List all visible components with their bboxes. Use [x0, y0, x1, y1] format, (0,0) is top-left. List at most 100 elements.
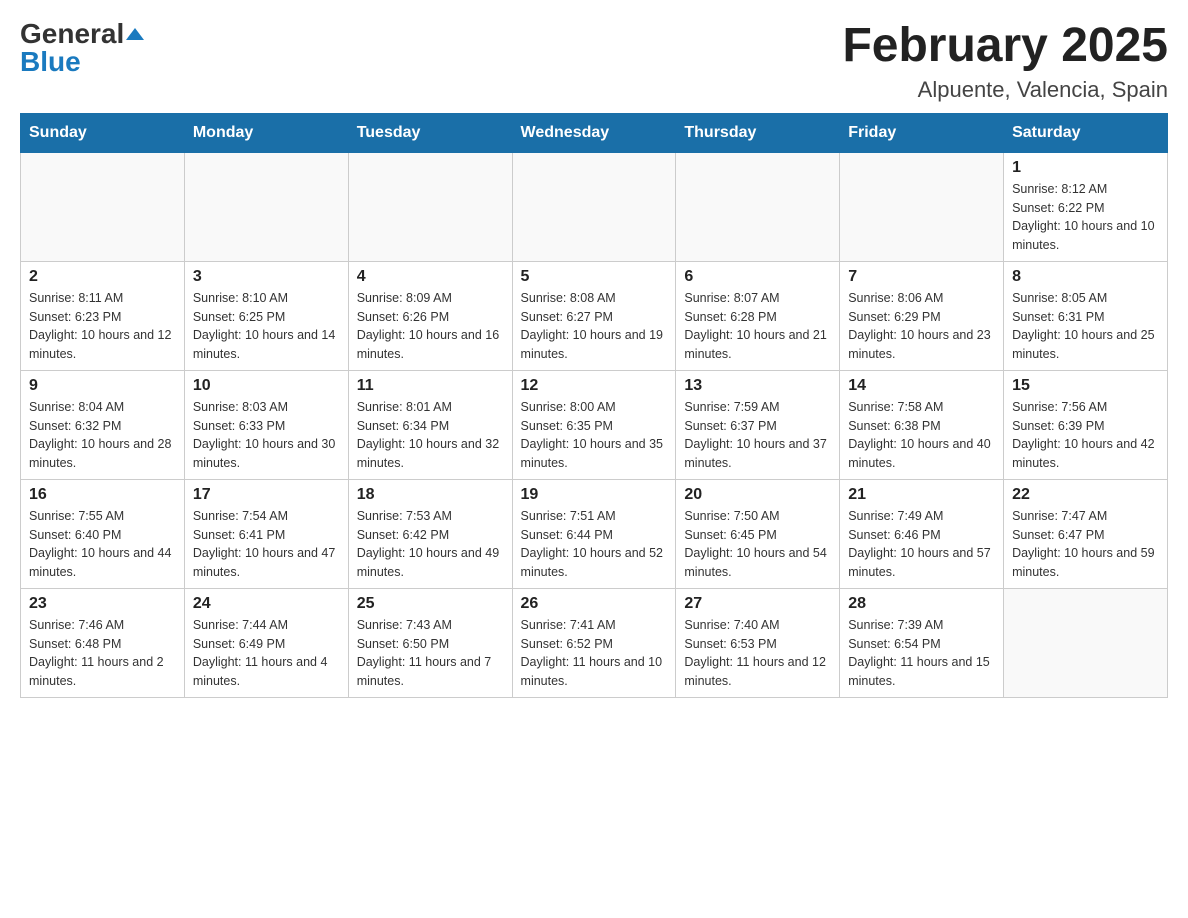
weekday-header-row: Sunday Monday Tuesday Wednesday Thursday…	[21, 113, 1168, 152]
day-info: Sunrise: 7:50 AMSunset: 6:45 PMDaylight:…	[684, 507, 831, 582]
day-number: 7	[848, 268, 995, 286]
header-thursday: Thursday	[676, 113, 840, 152]
logo-blue-text: Blue	[20, 46, 81, 77]
day-number: 18	[357, 486, 504, 504]
calendar-cell: 2 Sunrise: 8:11 AMSunset: 6:23 PMDaylight…	[21, 261, 185, 370]
calendar-cell: 25 Sunrise: 7:43 AMSunset: 6:50 PMDayligh…	[348, 588, 512, 697]
month-year-title: February 2025	[842, 20, 1168, 73]
day-number: 3	[193, 268, 340, 286]
day-info: Sunrise: 7:54 AMSunset: 6:41 PMDaylight:…	[193, 507, 340, 582]
day-number: 28	[848, 595, 995, 613]
day-number: 14	[848, 377, 995, 395]
day-info: Sunrise: 7:40 AMSunset: 6:53 PMDaylight:…	[684, 616, 831, 691]
calendar-cell: 1 Sunrise: 8:12 AMSunset: 6:22 PMDaylight…	[1004, 152, 1168, 261]
day-info: Sunrise: 8:09 AMSunset: 6:26 PMDaylight:…	[357, 289, 504, 364]
day-number: 5	[521, 268, 668, 286]
day-info: Sunrise: 7:43 AMSunset: 6:50 PMDaylight:…	[357, 616, 504, 691]
day-info: Sunrise: 7:53 AMSunset: 6:42 PMDaylight:…	[357, 507, 504, 582]
day-number: 11	[357, 377, 504, 395]
week-row-1: 1 Sunrise: 8:12 AMSunset: 6:22 PMDaylight…	[21, 152, 1168, 261]
calendar-cell: 22Sunrise: 7:47 AMSunset: 6:47 PMDayligh…	[1004, 479, 1168, 588]
calendar-cell	[512, 152, 676, 261]
page-header: General Blue February 2025 Alpuente, Val…	[20, 20, 1168, 103]
header-sunday: Sunday	[21, 113, 185, 152]
day-info: Sunrise: 8:07 AMSunset: 6:28 PMDaylight:…	[684, 289, 831, 364]
calendar-cell	[1004, 588, 1168, 697]
logo: General Blue	[20, 20, 146, 76]
calendar-cell: 24 Sunrise: 7:44 AMSunset: 6:49 PMDayligh…	[184, 588, 348, 697]
week-row-3: 9 Sunrise: 8:04 AMSunset: 6:32 PMDaylight…	[21, 370, 1168, 479]
day-number: 19	[521, 486, 668, 504]
title-section: February 2025 Alpuente, Valencia, Spain	[842, 20, 1168, 103]
header-tuesday: Tuesday	[348, 113, 512, 152]
calendar-cell: 27 Sunrise: 7:40 AMSunset: 6:53 PMDayligh…	[676, 588, 840, 697]
calendar-header: Sunday Monday Tuesday Wednesday Thursday…	[21, 113, 1168, 152]
day-number: 22	[1012, 486, 1159, 504]
calendar-cell: 18 Sunrise: 7:53 AMSunset: 6:42 PMDayligh…	[348, 479, 512, 588]
day-info: Sunrise: 8:03 AMSunset: 6:33 PMDaylight:…	[193, 398, 340, 473]
header-friday: Friday	[840, 113, 1004, 152]
logo-general-text: General	[20, 20, 124, 48]
calendar-cell	[676, 152, 840, 261]
header-wednesday: Wednesday	[512, 113, 676, 152]
calendar-cell: 6 Sunrise: 8:07 AMSunset: 6:28 PMDaylight…	[676, 261, 840, 370]
calendar-cell: 28 Sunrise: 7:39 AMSunset: 6:54 PMDayligh…	[840, 588, 1004, 697]
day-info: Sunrise: 8:01 AMSunset: 6:34 PMDaylight:…	[357, 398, 504, 473]
day-number: 8	[1012, 268, 1159, 286]
day-info: Sunrise: 8:11 AMSunset: 6:23 PMDaylight:…	[29, 289, 176, 364]
calendar-cell: 8 Sunrise: 8:05 AMSunset: 6:31 PMDaylight…	[1004, 261, 1168, 370]
day-number: 1	[1012, 159, 1159, 177]
calendar-cell: 7Sunrise: 8:06 AMSunset: 6:29 PMDaylight…	[840, 261, 1004, 370]
day-info: Sunrise: 7:51 AMSunset: 6:44 PMDaylight:…	[521, 507, 668, 582]
day-info: Sunrise: 8:12 AMSunset: 6:22 PMDaylight:…	[1012, 180, 1159, 255]
calendar-cell: 17 Sunrise: 7:54 AMSunset: 6:41 PMDayligh…	[184, 479, 348, 588]
calendar-cell	[184, 152, 348, 261]
calendar-cell	[840, 152, 1004, 261]
calendar-cell: 15Sunrise: 7:56 AMSunset: 6:39 PMDayligh…	[1004, 370, 1168, 479]
calendar-cell: 9 Sunrise: 8:04 AMSunset: 6:32 PMDaylight…	[21, 370, 185, 479]
day-info: Sunrise: 7:44 AMSunset: 6:49 PMDaylight:…	[193, 616, 340, 691]
logo-arrow-icon	[124, 24, 146, 51]
day-number: 6	[684, 268, 831, 286]
header-monday: Monday	[184, 113, 348, 152]
day-number: 13	[684, 377, 831, 395]
calendar-cell	[348, 152, 512, 261]
day-number: 25	[357, 595, 504, 613]
calendar-cell: 5Sunrise: 8:08 AMSunset: 6:27 PMDaylight…	[512, 261, 676, 370]
week-row-4: 16Sunrise: 7:55 AMSunset: 6:40 PMDayligh…	[21, 479, 1168, 588]
day-info: Sunrise: 8:05 AMSunset: 6:31 PMDaylight:…	[1012, 289, 1159, 364]
day-info: Sunrise: 7:41 AMSunset: 6:52 PMDaylight:…	[521, 616, 668, 691]
calendar-table: Sunday Monday Tuesday Wednesday Thursday…	[20, 113, 1168, 698]
day-number: 20	[684, 486, 831, 504]
day-number: 21	[848, 486, 995, 504]
calendar-body: 1 Sunrise: 8:12 AMSunset: 6:22 PMDaylight…	[21, 152, 1168, 697]
day-info: Sunrise: 7:49 AMSunset: 6:46 PMDaylight:…	[848, 507, 995, 582]
day-number: 27	[684, 595, 831, 613]
day-number: 12	[521, 377, 668, 395]
day-number: 26	[521, 595, 668, 613]
calendar-cell: 12Sunrise: 8:00 AMSunset: 6:35 PMDayligh…	[512, 370, 676, 479]
calendar-cell: 23 Sunrise: 7:46 AMSunset: 6:48 PMDayligh…	[21, 588, 185, 697]
calendar-cell: 3Sunrise: 8:10 AMSunset: 6:25 PMDaylight…	[184, 261, 348, 370]
day-number: 24	[193, 595, 340, 613]
day-number: 17	[193, 486, 340, 504]
week-row-2: 2 Sunrise: 8:11 AMSunset: 6:23 PMDaylight…	[21, 261, 1168, 370]
week-row-5: 23 Sunrise: 7:46 AMSunset: 6:48 PMDayligh…	[21, 588, 1168, 697]
location-subtitle: Alpuente, Valencia, Spain	[842, 77, 1168, 103]
day-info: Sunrise: 7:46 AMSunset: 6:48 PMDaylight:…	[29, 616, 176, 691]
day-number: 10	[193, 377, 340, 395]
calendar-cell: 14 Sunrise: 7:58 AMSunset: 6:38 PMDayligh…	[840, 370, 1004, 479]
day-info: Sunrise: 7:58 AMSunset: 6:38 PMDaylight:…	[848, 398, 995, 473]
day-info: Sunrise: 7:39 AMSunset: 6:54 PMDaylight:…	[848, 616, 995, 691]
day-number: 4	[357, 268, 504, 286]
calendar-cell: 19 Sunrise: 7:51 AMSunset: 6:44 PMDayligh…	[512, 479, 676, 588]
day-number: 2	[29, 268, 176, 286]
day-info: Sunrise: 7:55 AMSunset: 6:40 PMDaylight:…	[29, 507, 176, 582]
calendar-cell: 4 Sunrise: 8:09 AMSunset: 6:26 PMDaylight…	[348, 261, 512, 370]
calendar-cell	[21, 152, 185, 261]
day-info: Sunrise: 8:04 AMSunset: 6:32 PMDaylight:…	[29, 398, 176, 473]
calendar-cell: 26 Sunrise: 7:41 AMSunset: 6:52 PMDayligh…	[512, 588, 676, 697]
day-number: 9	[29, 377, 176, 395]
day-info: Sunrise: 7:59 AMSunset: 6:37 PMDaylight:…	[684, 398, 831, 473]
day-number: 23	[29, 595, 176, 613]
